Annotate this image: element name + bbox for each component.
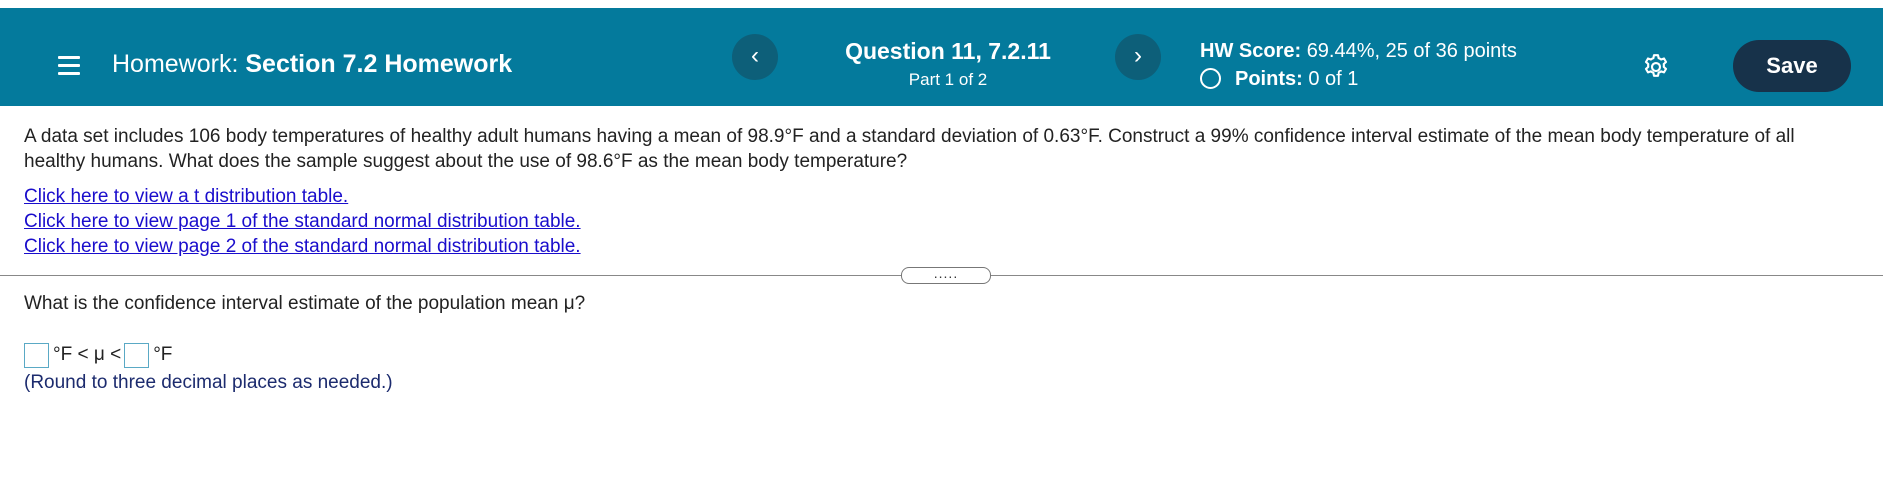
answer-row: °F < μ < °F	[24, 341, 175, 369]
lower-bound-input[interactable]	[24, 342, 49, 368]
divider-drag-handle[interactable]: .....	[901, 266, 991, 284]
rounding-note: (Round to three decimal places as needed…	[24, 372, 393, 393]
chevron-right-icon: ›	[1134, 42, 1142, 69]
answer-prompt: What is the confidence interval estimate…	[24, 293, 586, 314]
points-status: Points: 0 of 1	[1200, 68, 1358, 91]
normal-table-page1-link[interactable]: Click here to view page 1 of the standar…	[24, 209, 581, 234]
points-value: 0 of 1	[1308, 68, 1359, 90]
question-title: Question 11, 7.2.11	[845, 38, 1051, 64]
gear-icon[interactable]	[1641, 52, 1671, 82]
t-distribution-table-link[interactable]: Click here to view a t distribution tabl…	[24, 184, 581, 209]
radio-empty-icon	[1200, 68, 1221, 89]
resource-links: Click here to view a t distribution tabl…	[24, 184, 581, 259]
question-text: A data set includes 106 body temperature…	[24, 126, 1795, 172]
interval-unit-text: °F	[153, 344, 173, 365]
save-button[interactable]: Save	[1733, 40, 1851, 92]
homework-label: Homework:	[112, 50, 239, 78]
question-part: Part 1 of 2	[908, 70, 988, 89]
upper-bound-input[interactable]	[124, 342, 150, 368]
interval-middle-text: °F < μ <	[53, 344, 122, 365]
next-question-button[interactable]: ›	[1115, 34, 1161, 80]
chevron-left-icon: ‹	[751, 42, 759, 69]
score-label: HW Score:	[1200, 40, 1302, 62]
menu-icon[interactable]	[58, 56, 80, 76]
score-value: 69.44%, 25 of 36 points	[1306, 40, 1517, 62]
previous-question-button[interactable]: ‹	[732, 34, 778, 80]
points-label: Points:	[1235, 68, 1303, 90]
homework-name: Section 7.2 Homework	[245, 50, 513, 78]
header-bar: Homework: Section 7.2 Homework ‹ Questio…	[0, 8, 1883, 106]
homework-title: Homework: Section 7.2 Homework	[112, 50, 512, 79]
hw-score: HW Score: 69.44%, 25 of 36 points	[1200, 40, 1517, 63]
normal-table-page2-link[interactable]: Click here to view page 2 of the standar…	[24, 234, 581, 259]
top-strip	[0, 0, 1883, 8]
